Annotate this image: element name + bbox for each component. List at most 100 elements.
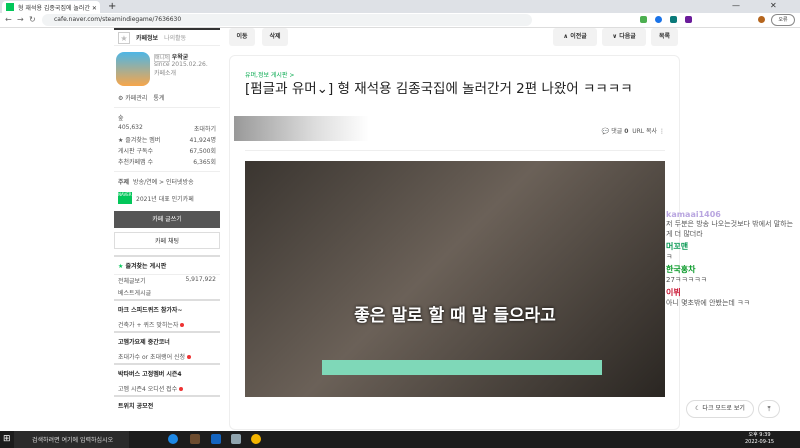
- scroll-top-button[interactable]: ⤒: [758, 400, 780, 418]
- chat-nick: kamaai1406: [666, 210, 721, 219]
- app-icon[interactable]: [211, 434, 221, 444]
- extension-icon[interactable]: [640, 16, 647, 23]
- board-group-title: 트위치 공모전: [114, 395, 220, 414]
- next-post-button[interactable]: ∨ 다음글: [602, 28, 646, 46]
- taskbar-search[interactable]: 검색하려면 여기에 입력하십시오: [14, 431, 129, 448]
- new-dot-icon: [186, 355, 191, 359]
- manager-name[interactable]: 우왁굳: [172, 54, 189, 61]
- best-posts-link[interactable]: 베스트게시글: [114, 286, 220, 299]
- chat-nick: 머꼬맨: [666, 242, 689, 251]
- invite-link[interactable]: 초대하기: [194, 124, 216, 133]
- windows-start-icon[interactable]: ⊞: [3, 434, 11, 444]
- time: 오후 9:39: [748, 432, 771, 438]
- chat-nick: 이뷔: [666, 288, 681, 297]
- board-group-title: 고멤가요제 중간코너: [114, 331, 220, 350]
- comment-count: 0: [624, 128, 629, 135]
- stat-value: 6,365회: [193, 159, 216, 166]
- back-icon[interactable]: ←: [5, 15, 12, 24]
- cafe-intro-link[interactable]: 카페소개: [154, 68, 208, 77]
- tab-cafe-info[interactable]: 카페정보: [136, 33, 158, 42]
- date: 2022-09-15: [745, 439, 775, 445]
- member-count[interactable]: 405,632: [118, 124, 143, 133]
- more-icon[interactable]: ⋮: [659, 128, 665, 135]
- all-posts-link[interactable]: 전체글보기: [118, 276, 146, 285]
- taskbar: ⊞ 검색하려면 여기에 입력하십시오 오후 9:39 2022-09-15: [0, 431, 800, 448]
- naver-badge: NAVER: [118, 192, 132, 204]
- board-link[interactable]: 건축가 + 퀴즈 맞히는자: [114, 318, 220, 331]
- tab-title: 형 재석용 김종국집에 놀러간: [18, 5, 90, 12]
- star-icon: ★: [118, 263, 124, 270]
- extension-icon[interactable]: [670, 16, 677, 23]
- dark-mode-button[interactable]: ☾ 다크 모드로 보기: [686, 400, 754, 418]
- profile-error-button[interactable]: 오류: [771, 14, 795, 26]
- url-input[interactable]: cafe.naver.com/steamindiegame/7636630: [42, 14, 532, 26]
- since-date: since 2015.02.26.: [154, 61, 208, 68]
- extension-icon[interactable]: [685, 16, 692, 23]
- minimize-button[interactable]: —: [732, 1, 740, 10]
- tab-my-activity[interactable]: 나의활동: [164, 33, 186, 42]
- dark-mode-label: 다크 모드로 보기: [702, 405, 745, 412]
- close-window-button[interactable]: ✕: [770, 1, 777, 10]
- prev-post-button[interactable]: ∧ 이전글: [553, 28, 597, 46]
- cafe-sidebar: ★ 카페정보 나의활동 매니저 우왁굳 since 2015.02.26. 카페소개 ⚙…: [114, 28, 220, 424]
- video-subtitle: 좋은 말로 할 때 말 들으라고: [354, 306, 556, 326]
- reload-icon[interactable]: ↻: [29, 15, 36, 24]
- star-icon[interactable]: ★: [118, 31, 130, 44]
- board-group-title: 박타버스 고정멤버 시즌4: [114, 363, 220, 382]
- stat-label: ★ 즐겨찾는 멤버: [118, 137, 161, 144]
- cafe-manage-link[interactable]: ⚙ 카페관리: [118, 93, 147, 102]
- chrome-icon[interactable]: [251, 434, 261, 444]
- board-group-title: 마크 스피드퀴즈 참가자~: [114, 299, 220, 318]
- board-link[interactable]: 고멤 시즌4 오디션 접수: [114, 382, 220, 395]
- board-link-label: 건축가 + 퀴즈 맞히는자: [118, 322, 179, 329]
- extension-icon[interactable]: [655, 16, 662, 23]
- next-image-thumbnail: [322, 360, 602, 375]
- edge-icon[interactable]: [168, 434, 178, 444]
- board-link-label: 고멤 시즌4 오디션 접수: [118, 386, 178, 393]
- stat-value: 67,500회: [189, 148, 216, 155]
- clock[interactable]: 오후 9:39 2022-09-15: [745, 432, 774, 446]
- board-link[interactable]: 초대가수 or 초대랭어 신청: [114, 350, 220, 363]
- comment-icon: 💬: [601, 128, 610, 135]
- cafe-chat-button[interactable]: 카페 채팅: [114, 232, 220, 249]
- list-button[interactable]: 목록: [651, 28, 678, 46]
- naver-cafe-favicon: [6, 3, 14, 11]
- topic-label: 주제: [118, 179, 130, 186]
- cafe-logo: [116, 52, 150, 86]
- url-copy-button[interactable]: URL 복사: [632, 128, 657, 135]
- tab-bar: 형 재석용 김종국집에 놀러간 ✕ + — ✕: [0, 0, 800, 13]
- board-link-label: 초대가수 or 초대랭어 신청: [118, 354, 186, 361]
- chat-panel: kamaai1406 저 두분은 방송 나오는것보다 밖에서 말하는게 더 많더…: [666, 210, 796, 308]
- favorite-boards-header[interactable]: 즐겨찾는 게시판: [125, 263, 166, 270]
- comments-link[interactable]: 댓글: [611, 128, 622, 135]
- move-button[interactable]: 이동: [229, 28, 255, 46]
- chat-message: 아니 몇초밖에 안봤는데 ㅋㅋ: [666, 299, 750, 307]
- all-posts-count: 5,917,922: [185, 276, 216, 283]
- write-post-button[interactable]: 카페 글쓰기: [114, 211, 220, 228]
- new-dot-icon: [180, 323, 185, 327]
- app-icon[interactable]: [231, 434, 241, 444]
- post-meta: 💬 댓글 0 URL 복사 ⋮: [602, 126, 665, 135]
- avatar[interactable]: [758, 16, 765, 23]
- stat-label: 추천카페맵 수: [118, 159, 154, 166]
- award-text: 2021년 대표 인기카페: [136, 195, 194, 203]
- forward-icon[interactable]: →: [17, 15, 24, 24]
- delete-button[interactable]: 삭제: [262, 28, 288, 46]
- address-bar-row: ← → ↻ cafe.naver.com/steamindiegame/7636…: [0, 13, 800, 28]
- stats-link[interactable]: 통계: [153, 93, 164, 102]
- board-link[interactable]: 유머,정보 게시판 >: [245, 70, 294, 79]
- new-dot-icon: [179, 387, 184, 391]
- author-info-blurred: [234, 116, 369, 141]
- chat-message: ㅋ: [666, 253, 673, 261]
- topic-value: 방송/연예 > 인터넷방송: [133, 179, 194, 186]
- divider: [245, 150, 665, 151]
- post-title: [펌글과 유머⌄] 형 재석용 김종국집에 놀러간거 2편 나왔어 ㅋㅋㅋㅋ: [245, 81, 633, 97]
- chat-message: 저 두분은 방송 나오는것보다 밖에서 말하는게 더 많더라: [666, 220, 794, 238]
- moon-icon: ☾: [695, 405, 701, 412]
- browser-tab[interactable]: 형 재석용 김종국집에 놀러간 ✕: [2, 1, 100, 13]
- stat-value: 41,924명: [189, 137, 216, 144]
- stat-label: 게시판 구독수: [118, 148, 154, 155]
- minecraft-icon[interactable]: [190, 434, 200, 444]
- chat-nick: 한국홍차: [666, 265, 696, 274]
- new-tab-button[interactable]: +: [108, 1, 116, 12]
